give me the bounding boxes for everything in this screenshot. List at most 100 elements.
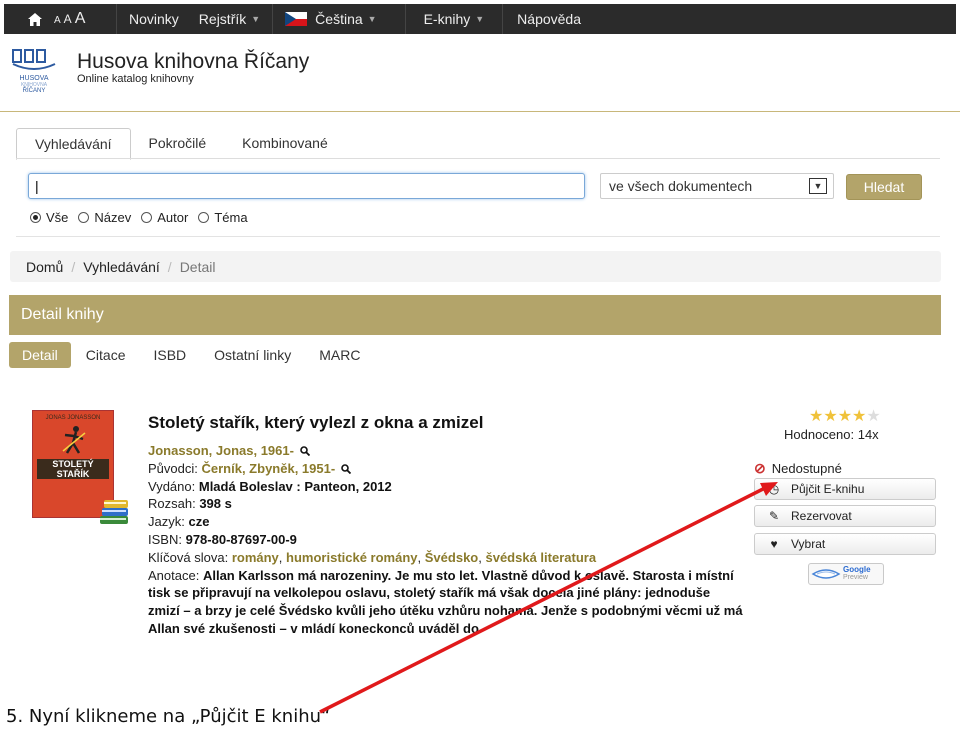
subtab-citace[interactable]: Citace — [73, 342, 139, 368]
contributor-link[interactable]: Černík, Zbyněk, 1951- — [202, 461, 336, 476]
select-button[interactable]: ♥ Vybrat — [754, 533, 936, 555]
subtab-ostatni-linky[interactable]: Ostatní linky — [201, 342, 304, 368]
star-icon[interactable]: ★ — [809, 409, 823, 425]
nav-label: Nápověda — [517, 11, 581, 27]
breadcrumb-separator: / — [167, 258, 172, 275]
breadcrumb-search[interactable]: Vyhledávání — [83, 259, 160, 275]
button-label: Půjčit E-knihu — [791, 482, 865, 496]
nav-novinky[interactable]: Novinky — [129, 11, 179, 27]
info-label: Původci: — [148, 460, 198, 476]
google-label: Google — [843, 565, 871, 574]
published-value: Mladá Boleslav : Panteon, 2012 — [198, 478, 392, 494]
nav-rejstrik[interactable]: Rejstřík ▼ — [199, 11, 260, 27]
cover-author: JONAS JONASSON — [45, 415, 101, 421]
info-label: Anotace: — [148, 567, 200, 583]
info-label: Klíčová slova: — [148, 549, 229, 565]
radio-unchecked-icon — [198, 212, 210, 223]
breadcrumb-current: Detail — [179, 258, 216, 275]
radio-vse[interactable]: Vše — [30, 210, 68, 225]
search-icon[interactable] — [300, 446, 310, 456]
info-label: Rozsah: — [148, 496, 196, 512]
info-label: Jazyk: — [148, 514, 185, 530]
font-size-switcher: A A A — [54, 10, 104, 28]
radio-autor[interactable]: Autor — [141, 210, 188, 225]
breadcrumb: Domů / Vyhledávání / Detail — [10, 251, 941, 282]
keyword-link[interactable]: humoristické romány — [286, 550, 418, 565]
keyword-link[interactable]: romány — [232, 550, 279, 565]
search-scope-value: ve všech dokumentech — [609, 178, 753, 194]
radio-unchecked-icon — [78, 212, 90, 223]
instruction-caption: 5. Nyní klikneme na „Půjčit E knihu“ — [6, 706, 331, 727]
font-size-small[interactable]: A — [54, 15, 61, 26]
search-icon[interactable] — [341, 463, 352, 474]
subtab-marc[interactable]: MARC — [306, 342, 373, 368]
czech-flag-icon — [285, 12, 308, 26]
library-subtitle: Online katalog knihovny — [77, 73, 194, 85]
rating-stars[interactable]: ★ ★ ★ ★ ★ — [809, 409, 881, 425]
radio-label: Téma — [214, 210, 248, 225]
radio-label: Název — [94, 210, 132, 225]
search-scope-select[interactable]: ve všech dokumentech ▼ — [600, 173, 834, 199]
star-icon[interactable]: ★ — [852, 409, 866, 425]
unavailable-icon: ⊘ — [754, 460, 766, 476]
chevron-down-icon: ▼ — [367, 14, 377, 24]
radio-checked-icon — [30, 212, 41, 223]
keyword-link[interactable]: švédská literatura — [485, 550, 596, 565]
nav-napoveda[interactable]: Nápověda — [517, 11, 581, 27]
nav-separator — [116, 4, 117, 34]
search-button[interactable]: Hledat — [846, 174, 922, 200]
books-icon — [98, 496, 132, 526]
tab-vyhledavani[interactable]: Vyhledávání — [16, 128, 131, 160]
book-title: Stoletý stařík, který vylezl z okna a zm… — [148, 413, 484, 432]
header-divider — [0, 111, 960, 112]
google-preview-button[interactable]: Google Preview — [808, 563, 884, 585]
preview-label: Preview — [843, 574, 868, 581]
search-field-radios: Vše Název Autor Téma — [30, 210, 258, 225]
top-navbar: A A A Novinky Rejstřík ▼ Čeština ▼ E-knihy… — [4, 4, 956, 34]
nav-separator — [502, 4, 504, 34]
library-logo[interactable]: HUSOVA KNIHOVNA ŘÍČANY — [10, 48, 58, 94]
author-link[interactable]: Jonasson, Jonas, 1961- — [148, 443, 294, 458]
subtab-detail[interactable]: Detail — [9, 342, 71, 368]
home-icon[interactable] — [24, 12, 46, 26]
search-input[interactable] — [28, 173, 585, 199]
borrow-ebook-button[interactable]: ◷ Půjčit E-knihu — [754, 478, 936, 500]
button-label: Rezervovat — [791, 509, 852, 523]
star-icon[interactable]: ★ — [823, 409, 837, 425]
chevron-down-icon: ▼ — [475, 14, 485, 24]
nav-label: Rejstřík — [198, 11, 247, 27]
reserve-button[interactable]: ✎ Rezervovat — [754, 505, 936, 527]
star-empty-icon[interactable]: ★ — [866, 409, 880, 425]
breadcrumb-home[interactable]: Domů — [26, 259, 63, 275]
font-size-medium[interactable]: A — [64, 12, 72, 26]
nav-label: E-knihy — [423, 11, 471, 27]
nav-eknihy[interactable]: E-knihy ▼ — [424, 11, 485, 27]
keyword-link[interactable]: Švédsko — [425, 550, 478, 565]
info-label: Vydáno: — [148, 478, 196, 494]
nav-label: Čeština — [315, 11, 363, 27]
library-title[interactable]: Husova knihovna Říčany — [77, 50, 309, 74]
star-icon[interactable]: ★ — [838, 409, 852, 425]
detail-heading: Detail knihy — [9, 295, 941, 335]
language-value: cze — [188, 514, 210, 530]
button-label: Vybrat — [791, 537, 826, 551]
tab-kombinovane[interactable]: Kombinované — [224, 128, 346, 158]
radio-nazev[interactable]: Název — [78, 210, 131, 225]
availability-status: ⊘ Nedostupné — [754, 460, 842, 477]
annotation-text: Allan Karlsson má narozeniny. Je mu sto … — [148, 567, 743, 636]
radio-label: Autor — [157, 210, 189, 225]
detail-subtabs: Detail Citace ISBD Ostatní linky MARC — [9, 342, 375, 368]
search-divider — [16, 236, 940, 237]
tabs-divider — [16, 158, 940, 159]
cover-figure-icon — [62, 426, 86, 454]
radio-tema[interactable]: Téma — [198, 210, 248, 225]
nav-language[interactable]: Čeština ▼ — [285, 11, 377, 27]
subtab-isbd[interactable]: ISBD — [140, 342, 199, 368]
status-label: Nedostupné — [771, 461, 842, 476]
font-size-large[interactable]: A — [75, 10, 86, 28]
nav-separator — [272, 4, 274, 34]
rating-count: Hodnoceno: 14x — [784, 427, 879, 442]
tab-pokrocile[interactable]: Pokročilé — [131, 128, 225, 158]
pencil-icon: ✎ — [768, 509, 780, 523]
chevron-down-icon: ▼ — [809, 178, 827, 194]
